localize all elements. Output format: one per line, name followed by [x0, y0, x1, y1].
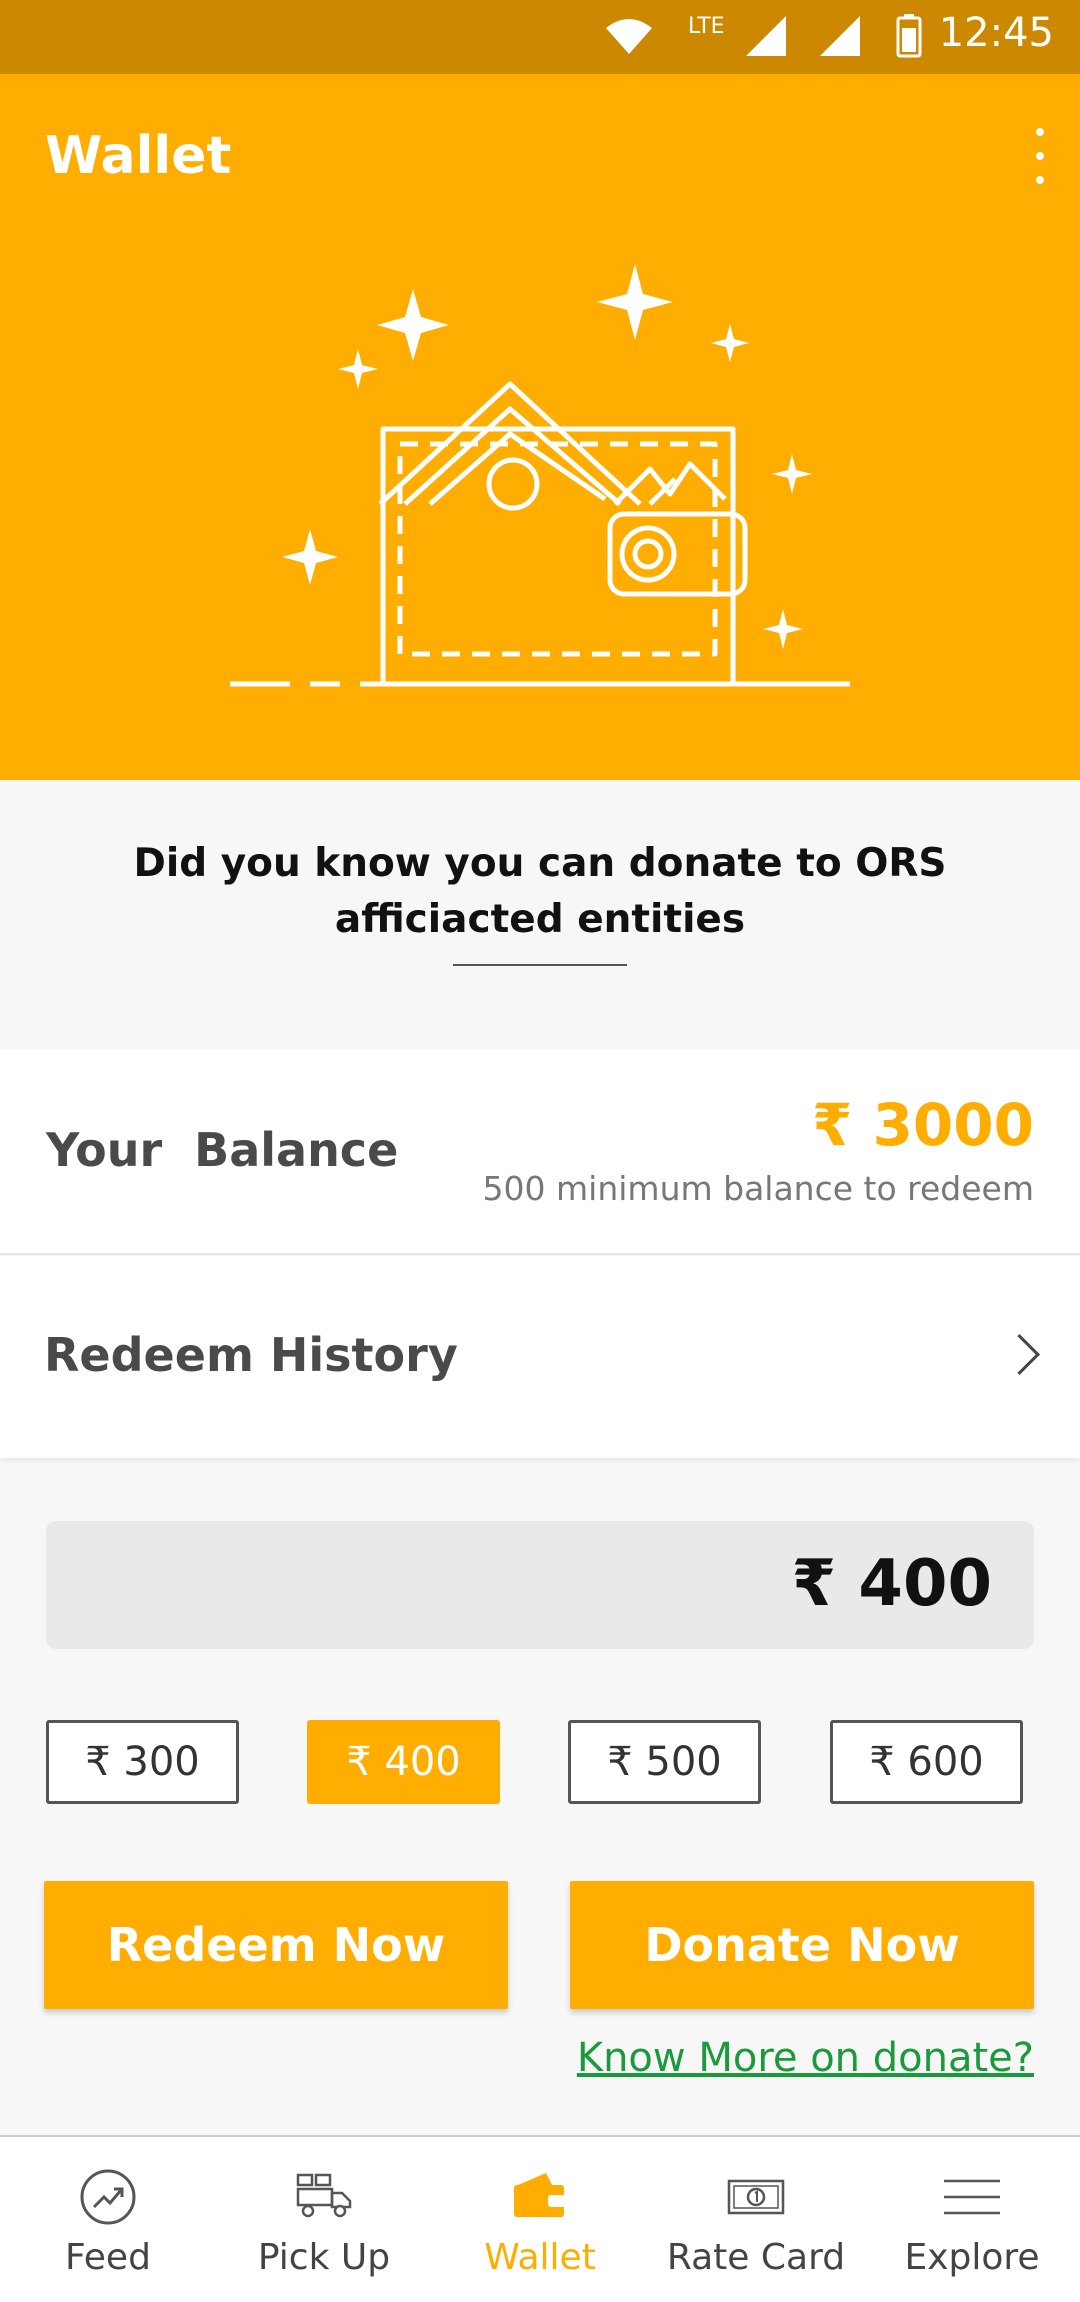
network-type: LTE [688, 14, 725, 39]
know-more-link[interactable]: Know More on donate? [577, 2035, 1034, 2081]
wallet-icon [514, 2173, 566, 2217]
menu-icon [944, 2179, 1000, 2215]
minimum-balance-note: 500 minimum balance to redeem [482, 1169, 1034, 1208]
signal-icon [820, 16, 860, 56]
wallet-header: Wallet [0, 74, 1080, 780]
nav-explore[interactable]: Explore [864, 2137, 1080, 2302]
amount-option-300[interactable]: ₹ 300 [46, 1720, 239, 1804]
nav-pickup-label: Pick Up [257, 2237, 391, 2278]
amount-value: ₹ 400 [791, 1547, 992, 1621]
balance-card: Your Balance ₹ 3000 500 minimum balance … [0, 1049, 1080, 1255]
balance-label: Your Balance [46, 1123, 399, 1177]
chevron-right-icon [998, 1333, 1041, 1376]
redeem-now-button[interactable]: Redeem Now [44, 1881, 508, 2009]
amount-option-500[interactable]: ₹ 500 [568, 1720, 761, 1804]
status-bar: LTE 12:45 [0, 0, 1080, 74]
nav-wallet-label: Wallet [484, 2237, 596, 2278]
nav-wallet[interactable]: Wallet [432, 2137, 648, 2302]
status-time: 12:45 [938, 10, 1054, 56]
battery-icon [896, 14, 922, 58]
nav-pickup[interactable]: Pick Up [216, 2137, 432, 2302]
truck-icon [296, 2173, 352, 2218]
nav-explore-label: Explore [904, 2237, 1040, 2278]
nav-ratecard[interactable]: Rate Card [648, 2137, 864, 2302]
amount-input[interactable]: ₹ 400 [46, 1521, 1034, 1649]
page-title: Wallet [45, 126, 232, 186]
banknote-icon [727, 2179, 785, 2215]
balance-amount: ₹ 3000 [812, 1091, 1034, 1159]
bottom-navigation: Feed Pick Up Wallet Rate Card Explore [0, 2135, 1080, 2302]
wifi-icon [606, 19, 652, 54]
more-options-icon[interactable] [1020, 128, 1060, 208]
trending-icon [80, 2169, 136, 2225]
nav-feed[interactable]: Feed [0, 2137, 216, 2302]
tip-line-1: Did you know you can donate to ORS [133, 841, 947, 886]
donate-tip: Did you know you can donate to ORS affic… [0, 836, 1080, 948]
lte-signal-icon [746, 16, 786, 56]
nav-feed-label: Feed [65, 2237, 151, 2278]
tip-line-2: afficiacted entities [334, 897, 746, 942]
nav-ratecard-label: Rate Card [666, 2237, 846, 2278]
donate-now-button[interactable]: Donate Now [570, 1881, 1034, 2009]
divider [453, 964, 627, 966]
redeem-history-row[interactable]: Redeem History [0, 1256, 1080, 1458]
redeem-history-label: Redeem History [44, 1328, 458, 1382]
amount-option-600[interactable]: ₹ 600 [830, 1720, 1023, 1804]
wallet-illustration [230, 264, 850, 687]
amount-option-400[interactable]: ₹ 400 [307, 1720, 500, 1804]
